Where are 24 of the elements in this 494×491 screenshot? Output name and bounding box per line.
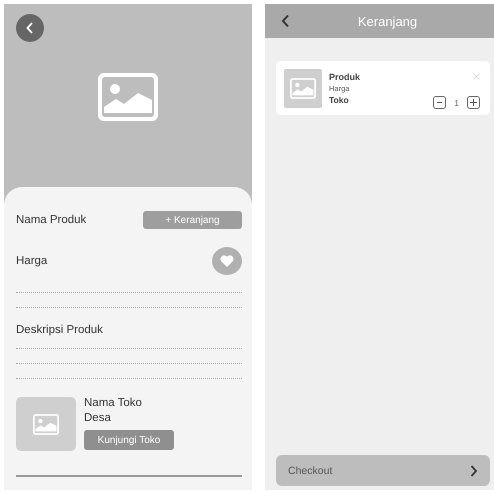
screen-title: Keranjang <box>358 14 418 28</box>
image-icon <box>290 78 316 99</box>
visit-store-button[interactable]: Kunjungi Toko <box>84 430 174 450</box>
product-name: Nama Produk <box>16 214 86 226</box>
store-name: Nama Toko <box>84 397 143 409</box>
heart-icon <box>220 255 234 267</box>
image-icon <box>98 72 158 120</box>
increase-button[interactable] <box>467 96 480 109</box>
back-icon <box>26 22 34 34</box>
quantity: 1 <box>454 98 459 108</box>
description-title: Deskripsi Produk <box>16 324 104 336</box>
image-icon <box>33 414 59 434</box>
back-icon[interactable] <box>281 14 291 28</box>
plus-icon <box>470 99 477 106</box>
minus-icon <box>437 102 442 103</box>
chevron-right-icon <box>470 464 478 476</box>
back-button[interactable] <box>16 14 44 42</box>
store-village: Desa <box>84 412 112 424</box>
product-price: Harga <box>16 255 48 267</box>
add-to-cart-button[interactable]: + Keranjang <box>143 211 242 229</box>
checkout-button[interactable]: Checkout <box>276 455 490 486</box>
item-name: Produk <box>329 72 360 82</box>
item-store: Toko <box>329 95 350 105</box>
decrease-button[interactable] <box>433 96 446 109</box>
